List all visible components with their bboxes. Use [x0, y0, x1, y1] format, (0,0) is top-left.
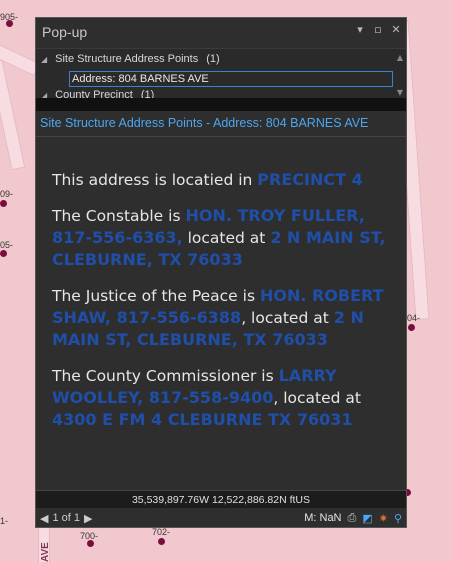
text: located at: [182, 229, 271, 247]
text: This address is locatied in: [52, 171, 258, 189]
zoom-to-icon[interactable]: ⚲: [394, 512, 402, 525]
popup-footer: ◀ 1 of 1 ▶ M: NaN ⎙ ◩ ✷ ⚲: [36, 508, 406, 528]
options-dropdown-icon[interactable]: ▾: [354, 23, 366, 36]
feature-navigator: ◀ 1 of 1 ▶: [40, 512, 92, 525]
commissioner-paragraph: The County Commissioner is LARRY WOOLLEY…: [52, 365, 390, 431]
scroll-down-icon[interactable]: ▼: [397, 88, 403, 97]
tree-layer-name: County Precinct: [55, 89, 133, 98]
print-icon[interactable]: ⎙: [348, 512, 357, 525]
tree-layer-count: (1): [206, 53, 220, 65]
text: The Justice of the Peace is: [52, 287, 260, 305]
map-road: [0, 59, 26, 171]
precinct-value: PRECINCT 4: [257, 170, 363, 189]
measure-value: M: NaN: [304, 512, 342, 524]
tree-layer-row[interactable]: ◢ Site Structure Address Points (1): [41, 53, 220, 65]
precinct-paragraph: This address is locatied in PRECINCT 4: [52, 169, 390, 191]
tree-layer-row[interactable]: ◢ County Precinct (1): [41, 89, 154, 98]
export-icon[interactable]: ◩: [362, 512, 372, 525]
map-label: 1-: [0, 516, 9, 526]
page-indicator: 1 of 1: [52, 512, 80, 524]
previous-icon[interactable]: ◀: [40, 512, 48, 525]
close-icon[interactable]: ✕: [390, 23, 402, 36]
tree-feature-selected[interactable]: Address: 804 BARNES AVE: [69, 71, 393, 87]
collapse-triangle-icon[interactable]: ◢: [41, 55, 47, 64]
map-label: 700-: [80, 531, 99, 541]
justice-paragraph: The Justice of the Peace is HON. ROBERT …: [52, 285, 390, 351]
popup-titlebar[interactable]: Pop-up ▾ ▫ ✕: [36, 18, 406, 48]
map-label: 702-: [152, 527, 171, 537]
collapse-triangle-icon[interactable]: ◢: [41, 91, 47, 99]
text: , located at: [273, 389, 361, 407]
text: The Constable is: [52, 207, 186, 225]
feature-header: Site Structure Address Points - Address:…: [36, 111, 406, 137]
address-point[interactable]: [0, 200, 7, 207]
address-point[interactable]: [158, 538, 165, 545]
scroll-up-icon[interactable]: ▲: [397, 53, 403, 62]
tree-layer-count: (1): [140, 89, 155, 98]
splitter-bar[interactable]: [36, 98, 406, 111]
text: The County Commissioner is: [52, 367, 279, 385]
address-point[interactable]: [408, 324, 415, 331]
constable-paragraph: The Constable is HON. TROY FULLER, 817-5…: [52, 205, 390, 271]
map-label: 04-: [407, 313, 421, 323]
map-label: 05-: [0, 240, 14, 250]
commissioner-address: 4300 E FM 4 CLEBURNE TX 76031: [52, 410, 353, 429]
next-icon[interactable]: ▶: [84, 512, 92, 525]
flash-icon[interactable]: ✷: [379, 512, 388, 525]
text: , located at: [241, 309, 334, 327]
titlebar-controls: ▾ ▫ ✕: [354, 23, 402, 36]
maximize-icon[interactable]: ▫: [372, 23, 384, 36]
address-point[interactable]: [87, 540, 94, 547]
popup-content: This address is locatied in PRECINCT 4 T…: [36, 169, 406, 521]
address-point[interactable]: [0, 250, 7, 257]
popup-pane: Pop-up ▾ ▫ ✕ ◢ Site Structure Address Po…: [35, 17, 407, 528]
popup-title: Pop-up: [42, 24, 88, 40]
map-label: 09-: [0, 189, 14, 199]
street-label: AVE: [40, 542, 51, 562]
feature-tree: ◢ Site Structure Address Points (1) Addr…: [36, 48, 406, 98]
map-label: 905-: [0, 12, 19, 22]
tree-layer-name: Site Structure Address Points: [55, 53, 199, 65]
coordinate-readout: 35,539,897.76W 12,522,886.82N ftUS: [36, 490, 406, 508]
footer-tools: M: NaN ⎙ ◩ ✷ ⚲: [304, 512, 402, 525]
